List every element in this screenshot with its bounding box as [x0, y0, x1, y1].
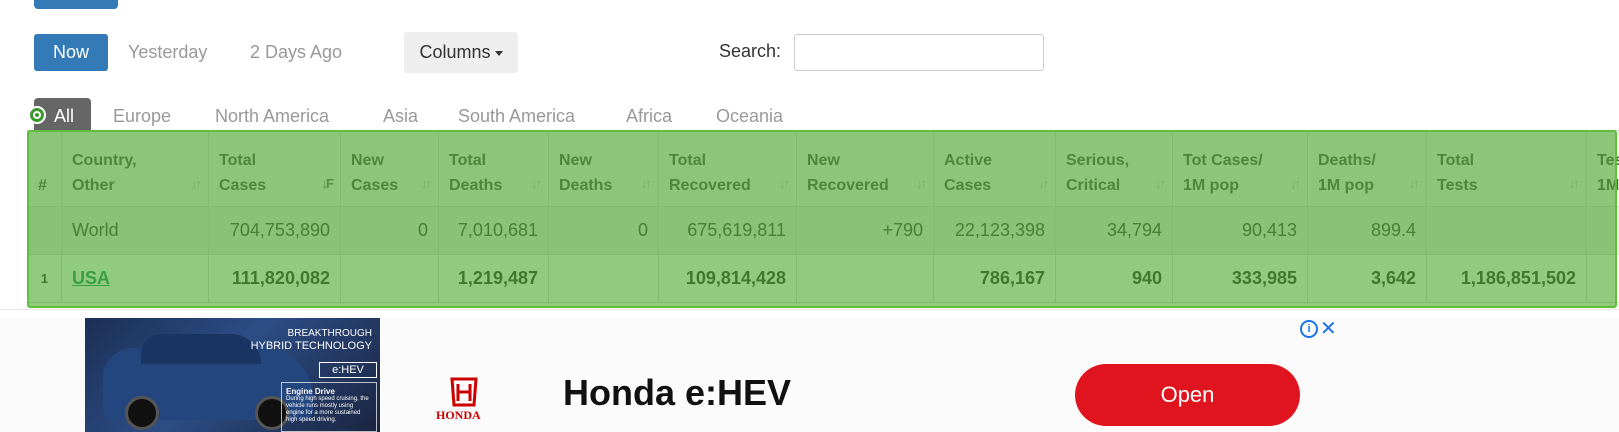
honda-wordmark: HONDA — [436, 408, 481, 422]
ehev-badge: e:HEV — [319, 362, 377, 378]
search-label: Search: — [719, 41, 782, 61]
total-tests — [1426, 206, 1587, 255]
sort-icon: ↓↑ — [1038, 176, 1049, 191]
new-recovered — [796, 254, 934, 303]
header-total-tests[interactable]: Total Tests ↓↑ — [1426, 130, 1587, 207]
header-total-cases[interactable]: Total Cases ↓F — [208, 130, 341, 207]
covid-table-container: # Country, Other ↓↑ Total Cases ↓F New Cases ↓… — [27, 130, 1619, 308]
total-deaths: 1,219,487 — [438, 254, 549, 303]
sort-icon: ↓↑ — [421, 176, 432, 191]
ad-image-line1: BREAKTHROUGH — [287, 328, 372, 339]
tab-oceania[interactable]: Oceania — [716, 106, 783, 127]
covid-table: # Country, Other ↓↑ Total Cases ↓F New Cases ↓… — [27, 130, 1619, 303]
serious-critical: 34,794 — [1055, 206, 1173, 255]
table-row-usa: 1 USA 111,820,082 1,219,487 109,814,428 … — [27, 254, 1619, 303]
header-total-recovered[interactable]: Total Recovered ↓↑ — [658, 130, 797, 207]
search-input[interactable] — [794, 34, 1044, 71]
yesterday-tab[interactable]: Yesterday — [128, 42, 207, 63]
table-row-world: World 704,753,890 0 7,010,681 0 675,619,… — [27, 206, 1619, 255]
engine-drive-text: During high speed cruising, the vehicle … — [286, 396, 369, 423]
sort-icon: ↓↑ — [779, 176, 790, 191]
total-tests: 1,186,851,502 — [1426, 254, 1587, 303]
sort-icon: ↓↑ — [1409, 176, 1420, 191]
new-deaths — [548, 254, 659, 303]
serious-critical: 940 — [1055, 254, 1173, 303]
tab-all-label: All — [54, 106, 75, 126]
wheel-shape — [125, 396, 159, 430]
tests-per-1m — [1586, 206, 1619, 255]
active-cases: 786,167 — [933, 254, 1056, 303]
top-button-stub[interactable] — [34, 0, 118, 9]
tab-all[interactable]: All — [28, 98, 91, 131]
tab-north-america[interactable]: North America — [215, 106, 329, 127]
caret-down-icon — [494, 50, 503, 56]
country-cell: USA — [61, 254, 209, 303]
sort-icon: ↓↑ — [191, 176, 202, 191]
ad-divider — [0, 309, 1619, 310]
engine-drive-box: Engine Drive During high speed cruising,… — [281, 382, 377, 432]
ad-headline: Honda e:HEV — [563, 372, 792, 413]
sort-desc-icon: ↓F — [321, 176, 335, 191]
ad-image-line2: HYBRID TECHNOLOGY — [250, 340, 372, 352]
sort-icon: ↓↑ — [531, 176, 542, 191]
target-icon — [28, 106, 46, 124]
two-days-ago-tab[interactable]: 2 Days Ago — [250, 42, 342, 63]
header-country[interactable]: Country, Other ↓↑ — [61, 130, 209, 207]
new-cases — [340, 254, 439, 303]
new-cases: 0 — [340, 206, 439, 255]
tab-asia[interactable]: Asia — [383, 106, 418, 127]
columns-dropdown-button[interactable]: Columns — [404, 32, 518, 73]
new-recovered: +790 — [796, 206, 934, 255]
total-recovered: 675,619,811 — [658, 206, 797, 255]
header-tests-per-1m[interactable]: Tes 1M — [1586, 130, 1619, 207]
cases-per-1m: 90,413 — [1172, 206, 1308, 255]
header-active-cases[interactable]: Active Cases ↓↑ — [933, 130, 1056, 207]
total-recovered: 109,814,428 — [658, 254, 797, 303]
sort-icon: ↓↑ — [916, 176, 927, 191]
header-number[interactable]: # — [27, 130, 62, 207]
deaths-per-1m: 899.4 — [1307, 206, 1427, 255]
header-new-deaths[interactable]: New Deaths ↓↑ — [548, 130, 659, 207]
columns-label: Columns — [419, 42, 491, 62]
engine-drive-title: Engine Drive — [286, 387, 335, 396]
deaths-per-1m: 3,642 — [1307, 254, 1427, 303]
header-total-deaths[interactable]: Total Deaths ↓↑ — [438, 130, 549, 207]
ad-car-image[interactable]: BREAKTHROUGH HYBRID TECHNOLOGY e:HEV Eng… — [85, 318, 380, 432]
tests-per-1m: 3, — [1586, 254, 1619, 303]
header-cases-per-1m[interactable]: Tot Cases/1M pop ↓↑ — [1172, 130, 1308, 207]
open-button[interactable]: Open — [1075, 364, 1300, 426]
total-cases: 111,820,082 — [208, 254, 341, 303]
new-deaths: 0 — [548, 206, 659, 255]
total-cases: 704,753,890 — [208, 206, 341, 255]
sort-icon: ↓↑ — [641, 176, 652, 191]
table-header-row: # Country, Other ↓↑ Total Cases ↓F New Cases ↓… — [27, 130, 1619, 207]
tab-south-america[interactable]: South America — [458, 106, 575, 127]
header-serious-critical[interactable]: Serious, Critical ↓↑ — [1055, 130, 1173, 207]
header-deaths-per-1m[interactable]: Deaths/1M pop ↓↑ — [1307, 130, 1427, 207]
row-number — [27, 206, 62, 255]
header-new-cases[interactable]: New Cases ↓↑ — [340, 130, 439, 207]
tab-africa[interactable]: Africa — [626, 106, 672, 127]
cases-per-1m: 333,985 — [1172, 254, 1308, 303]
tab-europe[interactable]: Europe — [113, 106, 171, 127]
country-link-usa[interactable]: USA — [72, 268, 110, 288]
country-name: World — [61, 206, 209, 255]
now-button[interactable]: Now — [34, 34, 108, 71]
header-new-recovered[interactable]: New Recovered ↓↑ — [796, 130, 934, 207]
sort-icon: ↓↑ — [1155, 176, 1166, 191]
total-deaths: 7,010,681 — [438, 206, 549, 255]
info-icon[interactable]: i — [1300, 320, 1318, 338]
active-cases: 22,123,398 — [933, 206, 1056, 255]
close-icon[interactable]: ✕ — [1320, 316, 1337, 341]
sort-icon: ↓↑ — [1569, 176, 1580, 191]
row-number: 1 — [27, 254, 62, 303]
sort-icon: ↓↑ — [1290, 176, 1301, 191]
